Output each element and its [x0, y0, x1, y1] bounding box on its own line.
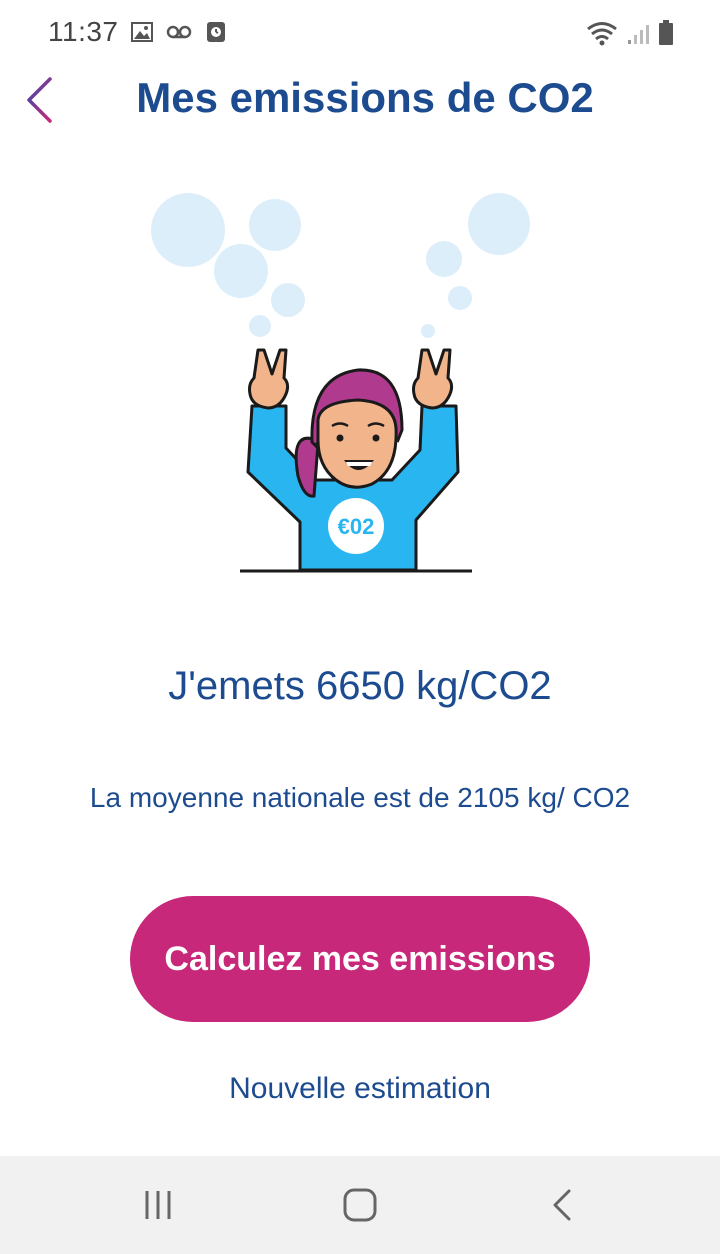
bubbles — [151, 193, 530, 338]
calculate-emissions-button[interactable]: Calculez mes emissions — [130, 896, 590, 1022]
wifi-icon — [586, 20, 618, 51]
battery-icon — [658, 20, 674, 51]
home-icon — [342, 1187, 378, 1228]
clock-icon — [204, 20, 228, 49]
system-icons — [586, 20, 674, 51]
status-bar: 11:37 — [0, 0, 720, 66]
back-icon — [550, 1188, 574, 1227]
image-icon — [130, 20, 154, 49]
nav-back-button[interactable] — [532, 1182, 592, 1232]
co2-character-illustration: €02 — [140, 180, 580, 590]
national-average: La moyenne nationale est de 2105 kg/ CO2 — [89, 782, 631, 813]
recent-apps-button[interactable] — [128, 1182, 188, 1232]
home-button[interactable] — [330, 1182, 390, 1232]
app-bar: Mes emissions de CO2 — [0, 66, 720, 136]
right-hand — [412, 348, 454, 410]
recent-apps-icon — [141, 1189, 175, 1226]
new-estimate-link[interactable]: Nouvelle estimation — [0, 1072, 720, 1106]
emission-result: J'emets 6650 kg/CO2 — [168, 664, 552, 708]
left-hand — [248, 348, 290, 410]
signal-icon — [626, 22, 650, 51]
notification-icons — [130, 20, 228, 49]
shirt-label: €02 — [338, 514, 375, 539]
system-nav-bar — [0, 1156, 720, 1254]
status-time: 11:37 — [48, 16, 119, 47]
voicemail-icon — [166, 20, 192, 49]
page-title: Mes emissions de CO2 — [136, 74, 594, 121]
